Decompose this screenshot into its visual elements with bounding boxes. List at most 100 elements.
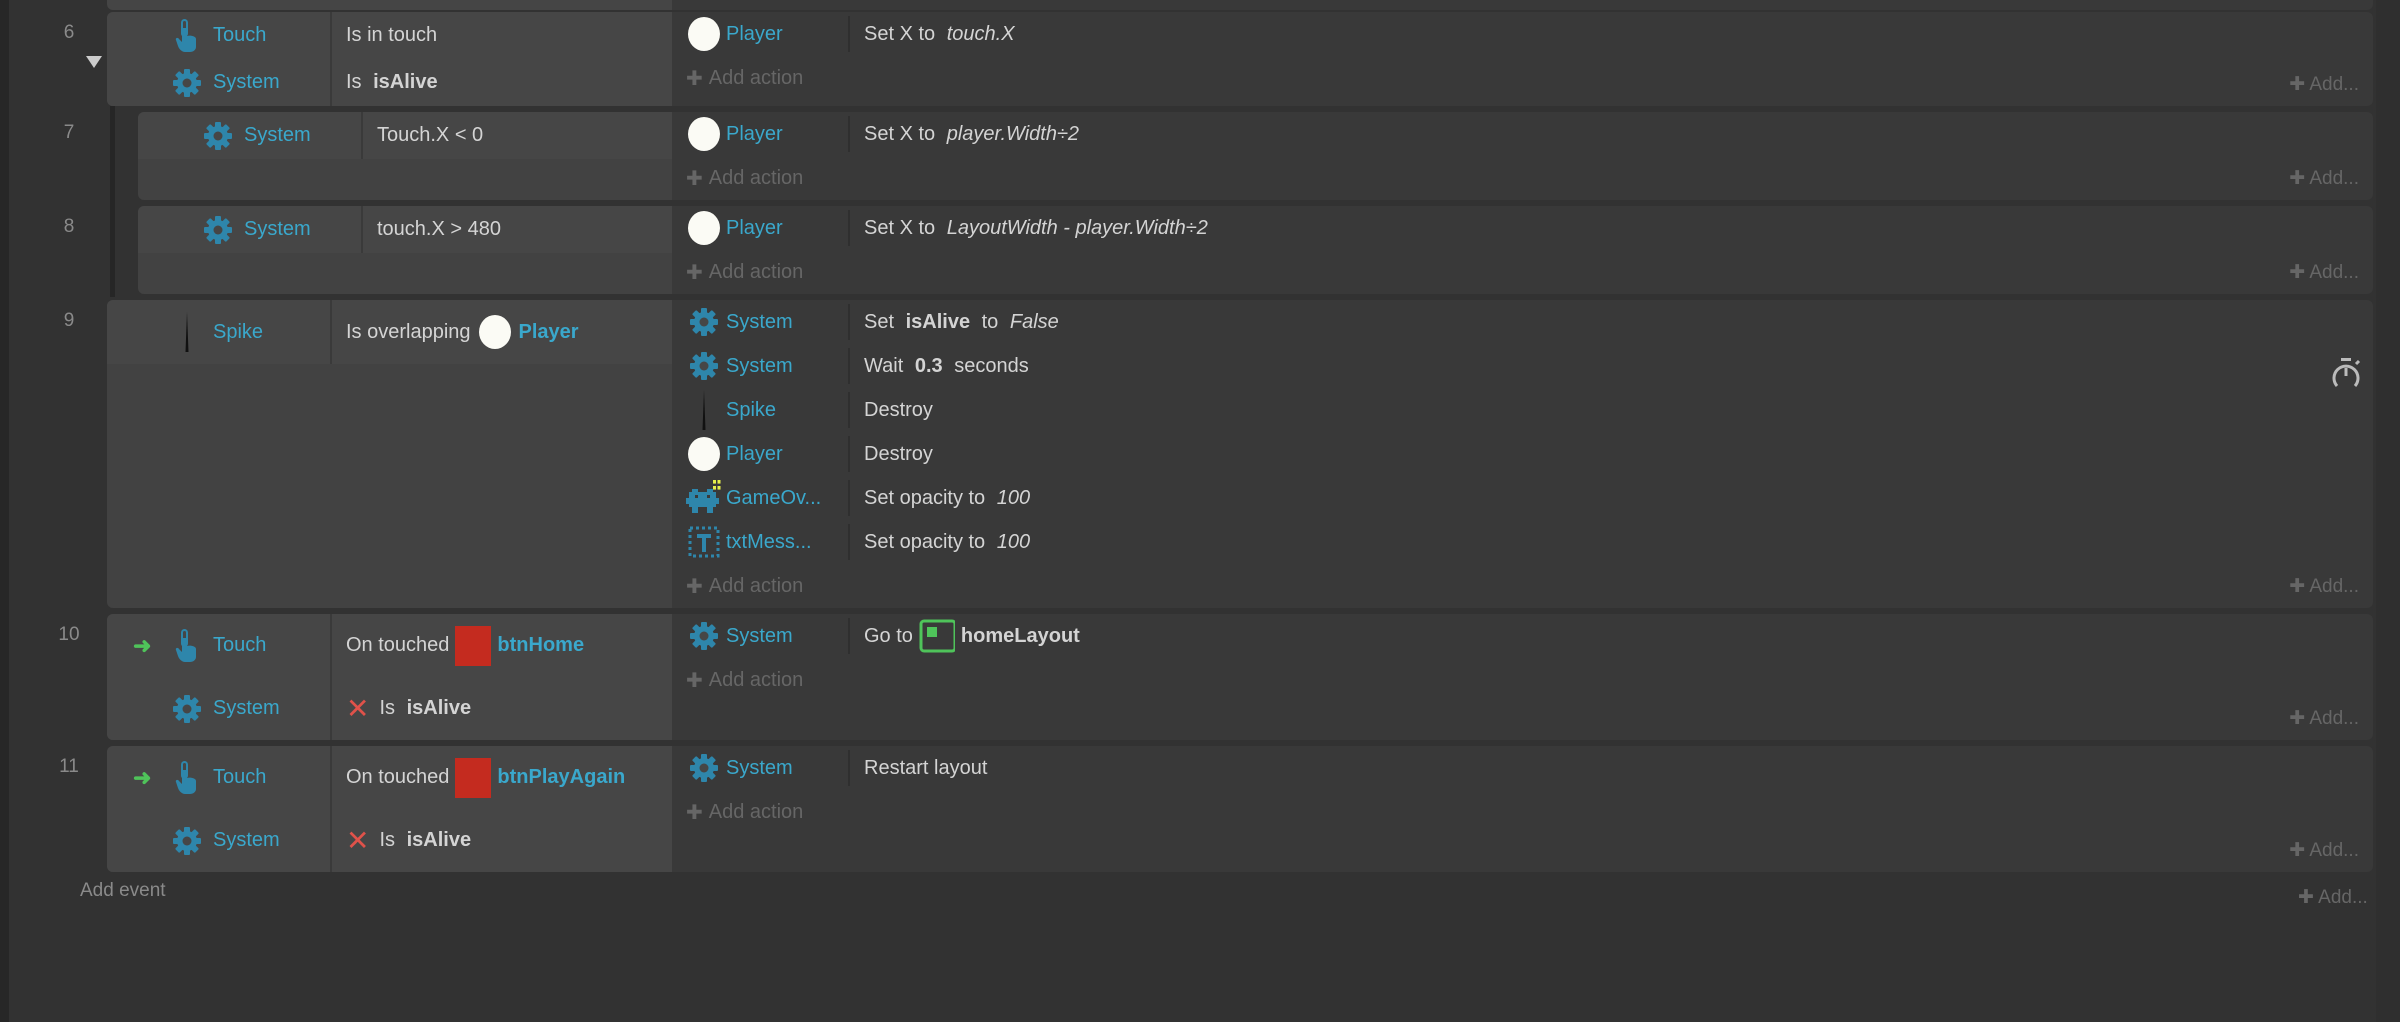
action-object[interactable]: Player [672,436,850,472]
action-row[interactable]: System Set isAlive to False [672,300,2373,344]
add-action-button[interactable]: ✚ Add action [672,250,2373,294]
action-text[interactable]: Destroy [850,399,933,422]
object-name: Player [726,442,783,465]
add-action-button[interactable]: ✚ Add action [672,658,2373,702]
event-block[interactable]: ➜ Touch On touched btnHome System ✕ Is isAlive… [107,614,2373,740]
conditions[interactable]: ➜ Touch On touched btnPlayAgain System ✕ Is is… [107,746,672,872]
actions[interactable]: Player Set X to LayoutWidth - player.Widt… [672,206,2373,294]
actions[interactable]: Player Set X to player.Width÷2 ✚ Add action… [672,112,2373,200]
text-segment: Touch.X < 0 [377,124,484,146]
action-text[interactable]: Set isAlive to False [850,311,1059,334]
add-action-button[interactable]: ✚ Add action [672,790,2373,834]
conditions[interactable]: Touch Is in touch System Is isAlive [107,12,672,106]
condition-object[interactable]: System [138,112,363,159]
add-more-button[interactable]: ✚ Add... [2289,73,2359,96]
condition-row[interactable]: ➜ Touch On touched btnHome [107,614,672,677]
condition-text[interactable]: On touched btnHome [332,625,584,666]
text-segment: isAlive [373,71,438,93]
actions[interactable]: System Restart layout ✚ Add action ✚ Add... [672,746,2373,872]
action-text[interactable]: Go to homeLayout [850,618,1080,654]
action-row[interactable]: Player Set X to LayoutWidth - player.Widt… [672,206,2373,250]
add-more-button[interactable]: ✚ Add... [2289,707,2359,730]
add-more-button[interactable]: ✚ Add... [2289,167,2359,190]
condition-text[interactable]: ✕ Is isAlive [332,824,471,857]
action-row[interactable]: GameOv... Set opacity to 100 [672,476,2373,520]
action-text[interactable]: Set X to player.Width÷2 [850,123,1079,146]
add-more-button[interactable]: ✚ Add... [2289,839,2359,862]
conditions[interactable]: System Touch.X < 0 [138,112,672,200]
event-partial[interactable] [107,0,2373,10]
actions[interactable]: Player Set X to touch.X ✚ Add action ✚ Add..… [672,12,2373,106]
actions[interactable]: System Go to homeLayout ✚ Add action ✚ Add... [672,614,2373,740]
gear-icon [686,348,722,384]
action-object[interactable]: Spike [672,390,850,430]
action-text[interactable]: Set X to touch.X [850,23,1015,46]
event-block[interactable]: Touch Is in touch System Is isAlive Player Se… [107,12,2373,106]
condition-object[interactable]: System [107,677,332,740]
action-row[interactable]: Player Set X to touch.X [672,12,2373,56]
condition-text[interactable]: ✕ Is isAlive [332,692,471,725]
action-row[interactable]: Player Destroy [672,432,2373,476]
event-block[interactable]: System Touch.X < 0 Player Set X to player.W… [138,112,2373,200]
condition-text[interactable]: Touch.X < 0 [363,124,483,147]
condition-row[interactable]: System ✕ Is isAlive [107,677,672,740]
condition-text[interactable]: Is overlapping Player [332,314,579,350]
action-object[interactable]: Player [672,210,850,246]
add-action-button[interactable]: ✚ Add action [672,56,2373,100]
event-block[interactable]: System touch.X > 480 Player Set X to Layout… [138,206,2373,294]
scrollbar[interactable] [2376,0,2400,1022]
add-action-button[interactable]: ✚ Add action [672,564,2373,608]
action-object[interactable]: System [672,750,850,786]
condition-row[interactable]: Spike Is overlapping Player [107,300,672,364]
action-text[interactable]: Wait 0.3 seconds [850,355,1029,378]
condition-object[interactable]: System [138,206,363,253]
action-object[interactable]: txtMess... [672,524,850,560]
action-text[interactable]: Set opacity to 100 [850,487,1030,510]
condition-object[interactable]: System [107,59,332,106]
action-object[interactable]: System [672,618,850,654]
text-segment: isAlive [406,697,472,719]
condition-object[interactable]: Touch [107,12,332,59]
action-text[interactable]: Set opacity to 100 [850,531,1030,554]
condition-text[interactable]: On touched btnPlayAgain [332,757,625,798]
condition-text[interactable]: Is isAlive [332,71,438,94]
action-row[interactable]: System Restart layout [672,746,2373,790]
condition-object[interactable]: System [107,809,332,872]
add-more-button[interactable]: ✚ Add... [2289,575,2359,598]
condition-row[interactable]: System Touch.X < 0 [138,112,672,159]
collapse-triangle-icon[interactable] [86,56,102,68]
condition-row[interactable]: ➜ Touch On touched btnPlayAgain [107,746,672,809]
conditions[interactable]: System touch.X > 480 [138,206,672,294]
action-row[interactable]: System Go to homeLayout [672,614,2373,658]
condition-row[interactable]: System Is isAlive [107,59,672,106]
condition-row[interactable]: Touch Is in touch [107,12,672,59]
add-more-button[interactable]: ✚ Add... [2289,261,2359,284]
action-row[interactable]: Player Set X to player.Width÷2 [672,112,2373,156]
condition-text[interactable]: touch.X > 480 [363,218,501,241]
condition-row[interactable]: System touch.X > 480 [138,206,672,253]
action-object[interactable]: Player [672,116,850,152]
action-row[interactable]: txtMess... Set opacity to 100 [672,520,2373,564]
action-row[interactable]: Spike Destroy [672,388,2373,432]
object-name: Touch [213,24,267,46]
condition-object[interactable]: Spike [107,300,332,364]
actions[interactable]: System Set isAlive to False System Wait 0.3… [672,300,2373,608]
conditions[interactable]: Spike Is overlapping Player [107,300,672,608]
action-object[interactable]: Player [672,16,850,52]
event-block[interactable]: Spike Is overlapping Player System Set isAli… [107,300,2373,608]
action-text[interactable]: Destroy [850,443,933,466]
condition-row[interactable]: System ✕ Is isAlive [107,809,672,872]
add-event-button[interactable]: Add event [80,880,166,902]
action-object[interactable]: GameOv... [672,480,850,516]
action-object[interactable]: System [672,348,850,384]
action-text[interactable]: Restart layout [850,757,987,780]
gear-icon [200,118,236,154]
action-object[interactable]: System [672,304,850,340]
event-block[interactable]: ➜ Touch On touched btnPlayAgain System ✕ Is is… [107,746,2373,872]
action-text[interactable]: Set X to LayoutWidth - player.Width÷2 [850,217,1208,240]
conditions[interactable]: ➜ Touch On touched btnHome System ✕ Is isAlive [107,614,672,740]
add-more-button[interactable]: ✚ Add... [2298,886,2368,909]
add-action-button[interactable]: ✚ Add action [672,156,2373,200]
condition-text[interactable]: Is in touch [332,24,437,47]
action-row[interactable]: System Wait 0.3 seconds [672,344,2373,388]
